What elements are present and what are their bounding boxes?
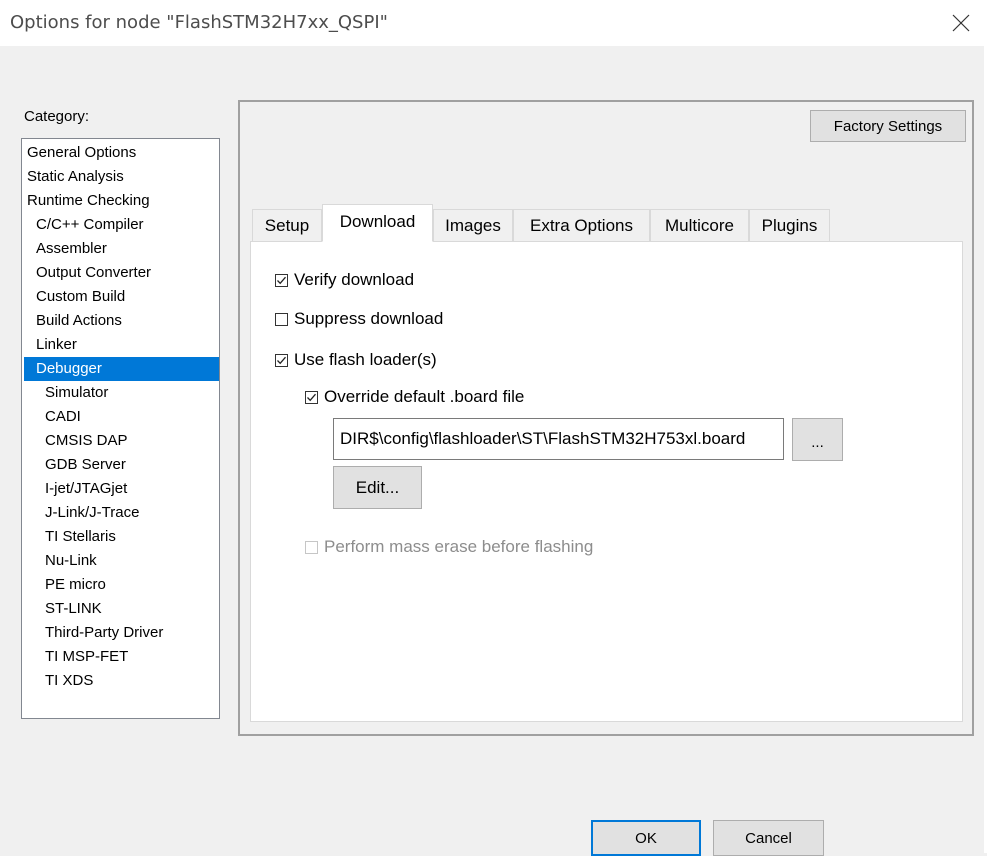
verify-download-label: Verify download bbox=[294, 270, 415, 289]
category-item[interactable]: CADI bbox=[24, 405, 219, 429]
category-item[interactable]: TI XDS bbox=[24, 669, 219, 693]
category-item[interactable]: Build Actions bbox=[24, 309, 219, 333]
category-label: Category: bbox=[24, 108, 90, 125]
verify-download-option[interactable]: Verify download bbox=[275, 269, 414, 291]
category-item[interactable]: ST-LINK bbox=[24, 597, 219, 621]
category-item[interactable]: General Options bbox=[24, 141, 219, 165]
category-item[interactable]: Custom Build bbox=[24, 285, 219, 309]
category-item[interactable]: GDB Server bbox=[24, 453, 219, 477]
category-item[interactable]: Simulator bbox=[24, 381, 219, 405]
category-item[interactable]: Runtime Checking bbox=[24, 189, 219, 213]
category-item[interactable]: Output Converter bbox=[24, 261, 219, 285]
category-item[interactable]: Static Analysis bbox=[24, 165, 219, 189]
edit-button[interactable]: Edit... bbox=[333, 466, 422, 509]
mass-erase-label: Perform mass erase before flashing bbox=[324, 537, 594, 556]
browse-button[interactable]: ... bbox=[792, 418, 843, 461]
suppress-download-checkbox[interactable] bbox=[275, 312, 288, 326]
close-icon bbox=[952, 14, 970, 32]
mass-erase-option[interactable]: Perform mass erase before flashing bbox=[305, 536, 593, 558]
override-board-label: Override default .board file bbox=[324, 387, 525, 406]
window-title: Options for node "FlashSTM32H7xx_QSPI" bbox=[10, 12, 388, 33]
check-icon bbox=[307, 393, 316, 401]
suppress-download-option[interactable]: Suppress download bbox=[275, 308, 443, 330]
factory-settings-button[interactable]: Factory Settings bbox=[810, 110, 966, 142]
category-item[interactable]: I-jet/JTAGjet bbox=[24, 477, 219, 501]
category-item[interactable]: Nu-Link bbox=[24, 549, 219, 573]
override-board-option[interactable]: Override default .board file bbox=[305, 386, 524, 408]
category-item[interactable]: PE micro bbox=[24, 573, 219, 597]
category-item[interactable]: C/C++ Compiler bbox=[24, 213, 219, 237]
check-icon bbox=[277, 276, 286, 284]
category-item[interactable]: CMSIS DAP bbox=[24, 429, 219, 453]
tab-download[interactable]: Download bbox=[322, 204, 433, 242]
tab-multicore[interactable]: Multicore bbox=[650, 209, 749, 241]
tab-extra-options[interactable]: Extra Options bbox=[513, 209, 650, 241]
suppress-download-label: Suppress download bbox=[294, 309, 444, 328]
ok-button[interactable]: OK bbox=[591, 820, 701, 856]
override-board-checkbox[interactable] bbox=[305, 390, 318, 404]
category-item[interactable]: J-Link/J-Trace bbox=[24, 501, 219, 525]
tab-setup[interactable]: Setup bbox=[252, 209, 322, 241]
board-file-path-input[interactable]: DIR$\config\flashloader\ST\FlashSTM32H75… bbox=[333, 418, 784, 460]
category-item[interactable]: Assembler bbox=[24, 237, 219, 261]
category-item[interactable]: Linker bbox=[24, 333, 219, 357]
use-flash-loader-option[interactable]: Use flash loader(s) bbox=[275, 349, 437, 371]
category-list[interactable]: General Options Static Analysis Runtime Ch… bbox=[21, 138, 220, 719]
verify-download-checkbox[interactable] bbox=[275, 273, 288, 287]
tab-plugins[interactable]: Plugins bbox=[749, 209, 830, 241]
tab-images[interactable]: Images bbox=[433, 209, 513, 241]
category-item[interactable]: TI Stellaris bbox=[24, 525, 219, 549]
cancel-button[interactable]: Cancel bbox=[713, 820, 824, 856]
title-bar: Options for node "FlashSTM32H7xx_QSPI" bbox=[0, 0, 987, 46]
category-item[interactable]: TI MSP-FET bbox=[24, 645, 219, 669]
use-flash-loader-label: Use flash loader(s) bbox=[294, 350, 437, 369]
use-flash-loader-checkbox[interactable] bbox=[275, 353, 288, 367]
category-item[interactable]: Third-Party Driver bbox=[24, 621, 219, 645]
check-icon bbox=[277, 356, 286, 364]
mass-erase-checkbox[interactable] bbox=[305, 540, 318, 554]
close-button[interactable] bbox=[944, 6, 978, 40]
category-item[interactable]: Debugger bbox=[24, 357, 219, 381]
